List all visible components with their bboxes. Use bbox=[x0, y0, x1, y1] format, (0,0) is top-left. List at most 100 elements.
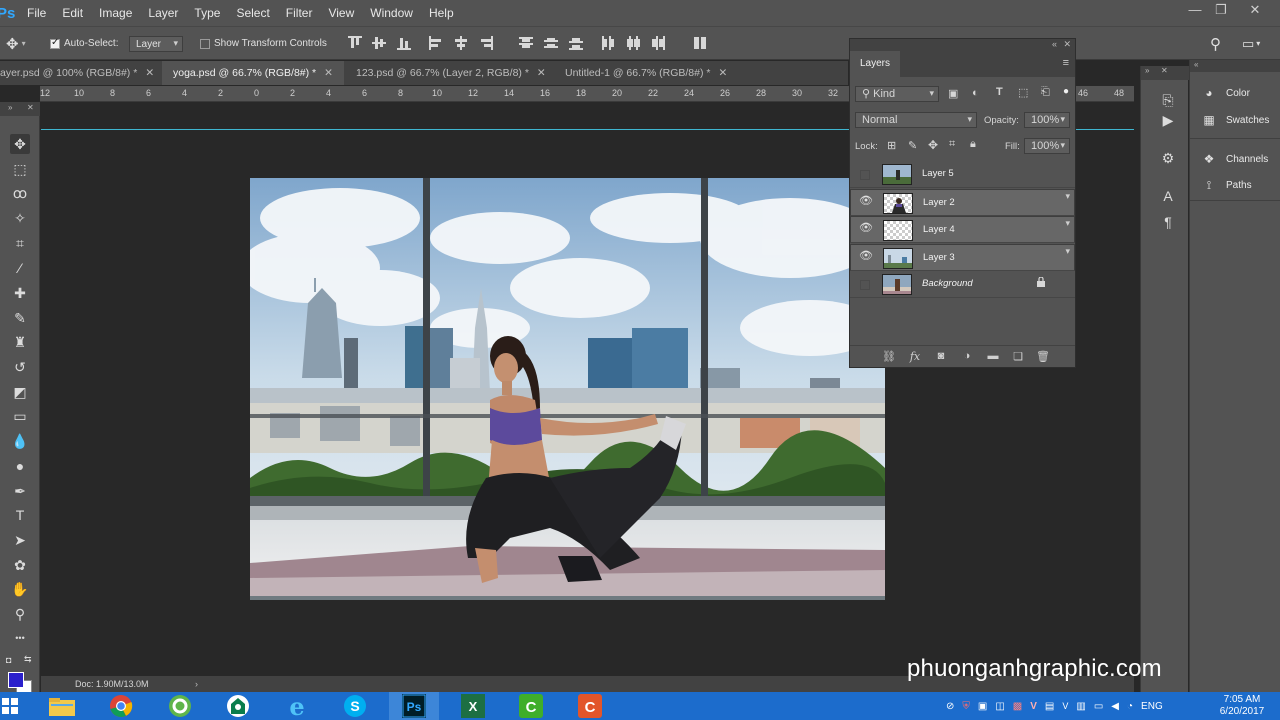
menu-layer[interactable]: Layer bbox=[140, 0, 186, 26]
lock-image-icon[interactable]: ✎ bbox=[908, 139, 917, 152]
tray-app-icon[interactable]: ▩ bbox=[1013, 701, 1022, 712]
collapse-panel-icon[interactable]: « bbox=[1052, 39, 1057, 49]
lasso-tool-icon[interactable]: ꝏ bbox=[10, 183, 30, 203]
more-tools-icon[interactable]: ••• bbox=[10, 628, 30, 648]
new-layer-icon[interactable]: ❏ bbox=[1011, 350, 1025, 364]
layer-row[interactable]: 👁︎ Layer 2 bbox=[850, 188, 1075, 216]
doc-size-readout[interactable]: Doc: 1.90M/13.0M bbox=[75, 676, 149, 692]
tray-link-icon[interactable]: ⊘ bbox=[946, 701, 954, 712]
paragraph-panel-icon[interactable]: ¶ bbox=[1159, 214, 1177, 232]
document-canvas[interactable] bbox=[250, 178, 885, 600]
menu-edit[interactable]: Edit bbox=[54, 0, 91, 26]
default-colors-icon[interactable]: ◘ bbox=[6, 655, 11, 665]
auto-select-option[interactable]: Auto-Select: bbox=[50, 27, 118, 60]
distribute-left-icon[interactable] bbox=[601, 36, 615, 50]
menu-window[interactable]: Window bbox=[362, 0, 421, 26]
menu-image[interactable]: Image bbox=[91, 0, 140, 26]
link-layers-icon[interactable]: ⛓ bbox=[882, 350, 896, 364]
menu-type[interactable]: Type bbox=[186, 0, 228, 26]
align-vcenter-icon[interactable] bbox=[372, 36, 386, 50]
distribute-bottom-icon[interactable] bbox=[569, 36, 583, 50]
layer-thumbnail[interactable] bbox=[883, 192, 913, 214]
opacity-input[interactable]: 100% bbox=[1024, 112, 1070, 128]
visibility-off-icon[interactable] bbox=[860, 170, 870, 180]
taskbar-clock[interactable]: 7:05 AM 6/20/2017 bbox=[1210, 694, 1274, 718]
align-bottom-icon[interactable] bbox=[397, 36, 411, 50]
properties-panel-icon[interactable]: ⚙ bbox=[1159, 150, 1177, 168]
auto-align-icon[interactable] bbox=[693, 36, 707, 50]
history-brush-tool-icon[interactable]: ↺ bbox=[10, 357, 30, 377]
close-panel-icon[interactable]: ✕ bbox=[1063, 39, 1071, 50]
file-explorer-icon[interactable] bbox=[37, 692, 87, 720]
layer-row[interactable]: Layer 5 bbox=[850, 161, 1075, 188]
layers-panel-titlebar[interactable]: « ✕ bbox=[850, 39, 1075, 51]
distribute-right-icon[interactable] bbox=[651, 36, 665, 50]
adjustment-layer-icon[interactable]: ◑ bbox=[960, 350, 974, 364]
pen-tool-icon[interactable]: ✒ bbox=[10, 481, 30, 501]
filter-smart-object-icon[interactable]: ⎗ bbox=[1041, 86, 1050, 99]
transform-controls-checkbox[interactable] bbox=[200, 38, 210, 49]
panel-menu-icon[interactable]: ≡ bbox=[1063, 57, 1069, 69]
tray-mail-icon[interactable]: ◫ bbox=[995, 701, 1004, 712]
layer-thumbnail[interactable] bbox=[883, 220, 913, 241]
layer-row[interactable]: 👁︎ Layer 3 bbox=[850, 243, 1075, 271]
visibility-eye-icon[interactable]: 👁︎ bbox=[859, 223, 873, 237]
lock-all-icon[interactable]: 🔒︎ bbox=[970, 138, 976, 151]
menu-select[interactable]: Select bbox=[228, 0, 277, 26]
gradient-tool-icon[interactable]: ▭ bbox=[10, 406, 30, 426]
tray-volume-icon[interactable]: ◀ bbox=[1111, 701, 1119, 712]
status-menu-arrow-icon[interactable]: › bbox=[195, 676, 198, 692]
path-selection-tool-icon[interactable]: ➤ bbox=[10, 530, 30, 550]
type-tool-icon[interactable]: T bbox=[10, 505, 30, 525]
add-mask-icon[interactable]: ◙ bbox=[934, 350, 948, 364]
clone-stamp-tool-icon[interactable]: ♜ bbox=[10, 332, 30, 352]
layer-row[interactable]: 👁︎ Layer 4 bbox=[850, 216, 1075, 243]
filter-pixel-icon[interactable]: ▣ bbox=[948, 87, 958, 100]
lock-transparent-icon[interactable]: ⊞ bbox=[887, 139, 896, 152]
move-tool-preset-icon[interactable]: ✥ ▾ bbox=[6, 27, 26, 60]
filter-type-icon[interactable]: T bbox=[996, 86, 1003, 98]
app-green-icon[interactable] bbox=[213, 692, 263, 720]
move-tool-icon[interactable]: ✥ bbox=[10, 134, 30, 154]
panel-color[interactable]: ◕ Color bbox=[1200, 83, 1250, 103]
camtasia-recorder-icon[interactable]: C bbox=[565, 692, 615, 720]
lock-artboard-icon[interactable]: ⌗ bbox=[949, 138, 955, 151]
blend-mode-dropdown[interactable]: Normal bbox=[855, 112, 977, 128]
history-panel-icon[interactable]: ⎘ bbox=[1159, 92, 1177, 110]
close-button[interactable]: ✕ bbox=[1242, 0, 1268, 22]
layer-style-icon[interactable]: fx bbox=[908, 350, 922, 364]
layer-filter-dropdown[interactable]: ⚲ Kind bbox=[855, 86, 939, 102]
minimize-button[interactable]: — bbox=[1182, 0, 1208, 22]
align-right-icon[interactable] bbox=[479, 36, 493, 50]
excel-icon[interactable]: X bbox=[448, 692, 498, 720]
tray-unikey-icon[interactable]: V bbox=[1062, 701, 1068, 711]
panel-paths[interactable]: ⟟ Paths bbox=[1200, 175, 1252, 195]
internet-explorer-icon[interactable]: e bbox=[272, 692, 322, 720]
character-panel-icon[interactable]: A bbox=[1159, 188, 1177, 206]
hand-tool-icon[interactable]: ✋ bbox=[10, 579, 30, 599]
align-top-icon[interactable] bbox=[348, 36, 362, 50]
brush-tool-icon[interactable]: ✎ bbox=[10, 308, 30, 328]
swap-colors-icon[interactable]: ⇆ bbox=[24, 654, 32, 665]
filter-shape-icon[interactable]: ⬚ bbox=[1018, 86, 1028, 99]
panel-swatches[interactable]: ▦ Swatches bbox=[1200, 110, 1269, 130]
zoom-tool-icon[interactable]: ⚲ bbox=[10, 604, 30, 624]
distribute-vcenter-icon[interactable] bbox=[544, 36, 558, 50]
foreground-color-swatch[interactable] bbox=[8, 672, 24, 688]
tab-layers[interactable]: Layers bbox=[850, 51, 901, 77]
distribute-hcenter-icon[interactable] bbox=[626, 36, 640, 50]
menu-help[interactable]: Help bbox=[421, 0, 462, 26]
photoshop-icon[interactable]: Ps bbox=[389, 692, 439, 720]
menu-filter[interactable]: Filter bbox=[278, 0, 321, 26]
auto-select-checkbox[interactable] bbox=[50, 37, 60, 49]
close-tab-icon[interactable]: ✕ bbox=[324, 67, 333, 79]
fill-input[interactable]: 100% bbox=[1024, 138, 1070, 154]
tray-device-icon[interactable]: ▤ bbox=[1045, 701, 1054, 712]
close-tab-icon[interactable]: ✕ bbox=[718, 67, 727, 79]
visibility-eye-icon[interactable]: 👁︎ bbox=[859, 250, 873, 265]
align-hcenter-icon[interactable] bbox=[454, 36, 468, 50]
tray-v-icon[interactable]: V bbox=[1030, 701, 1037, 712]
tray-shield-icon[interactable]: ⛨ bbox=[962, 701, 970, 712]
camtasia-icon[interactable]: C bbox=[506, 692, 556, 720]
tray-drive-icon[interactable]: ▣ bbox=[978, 701, 987, 712]
